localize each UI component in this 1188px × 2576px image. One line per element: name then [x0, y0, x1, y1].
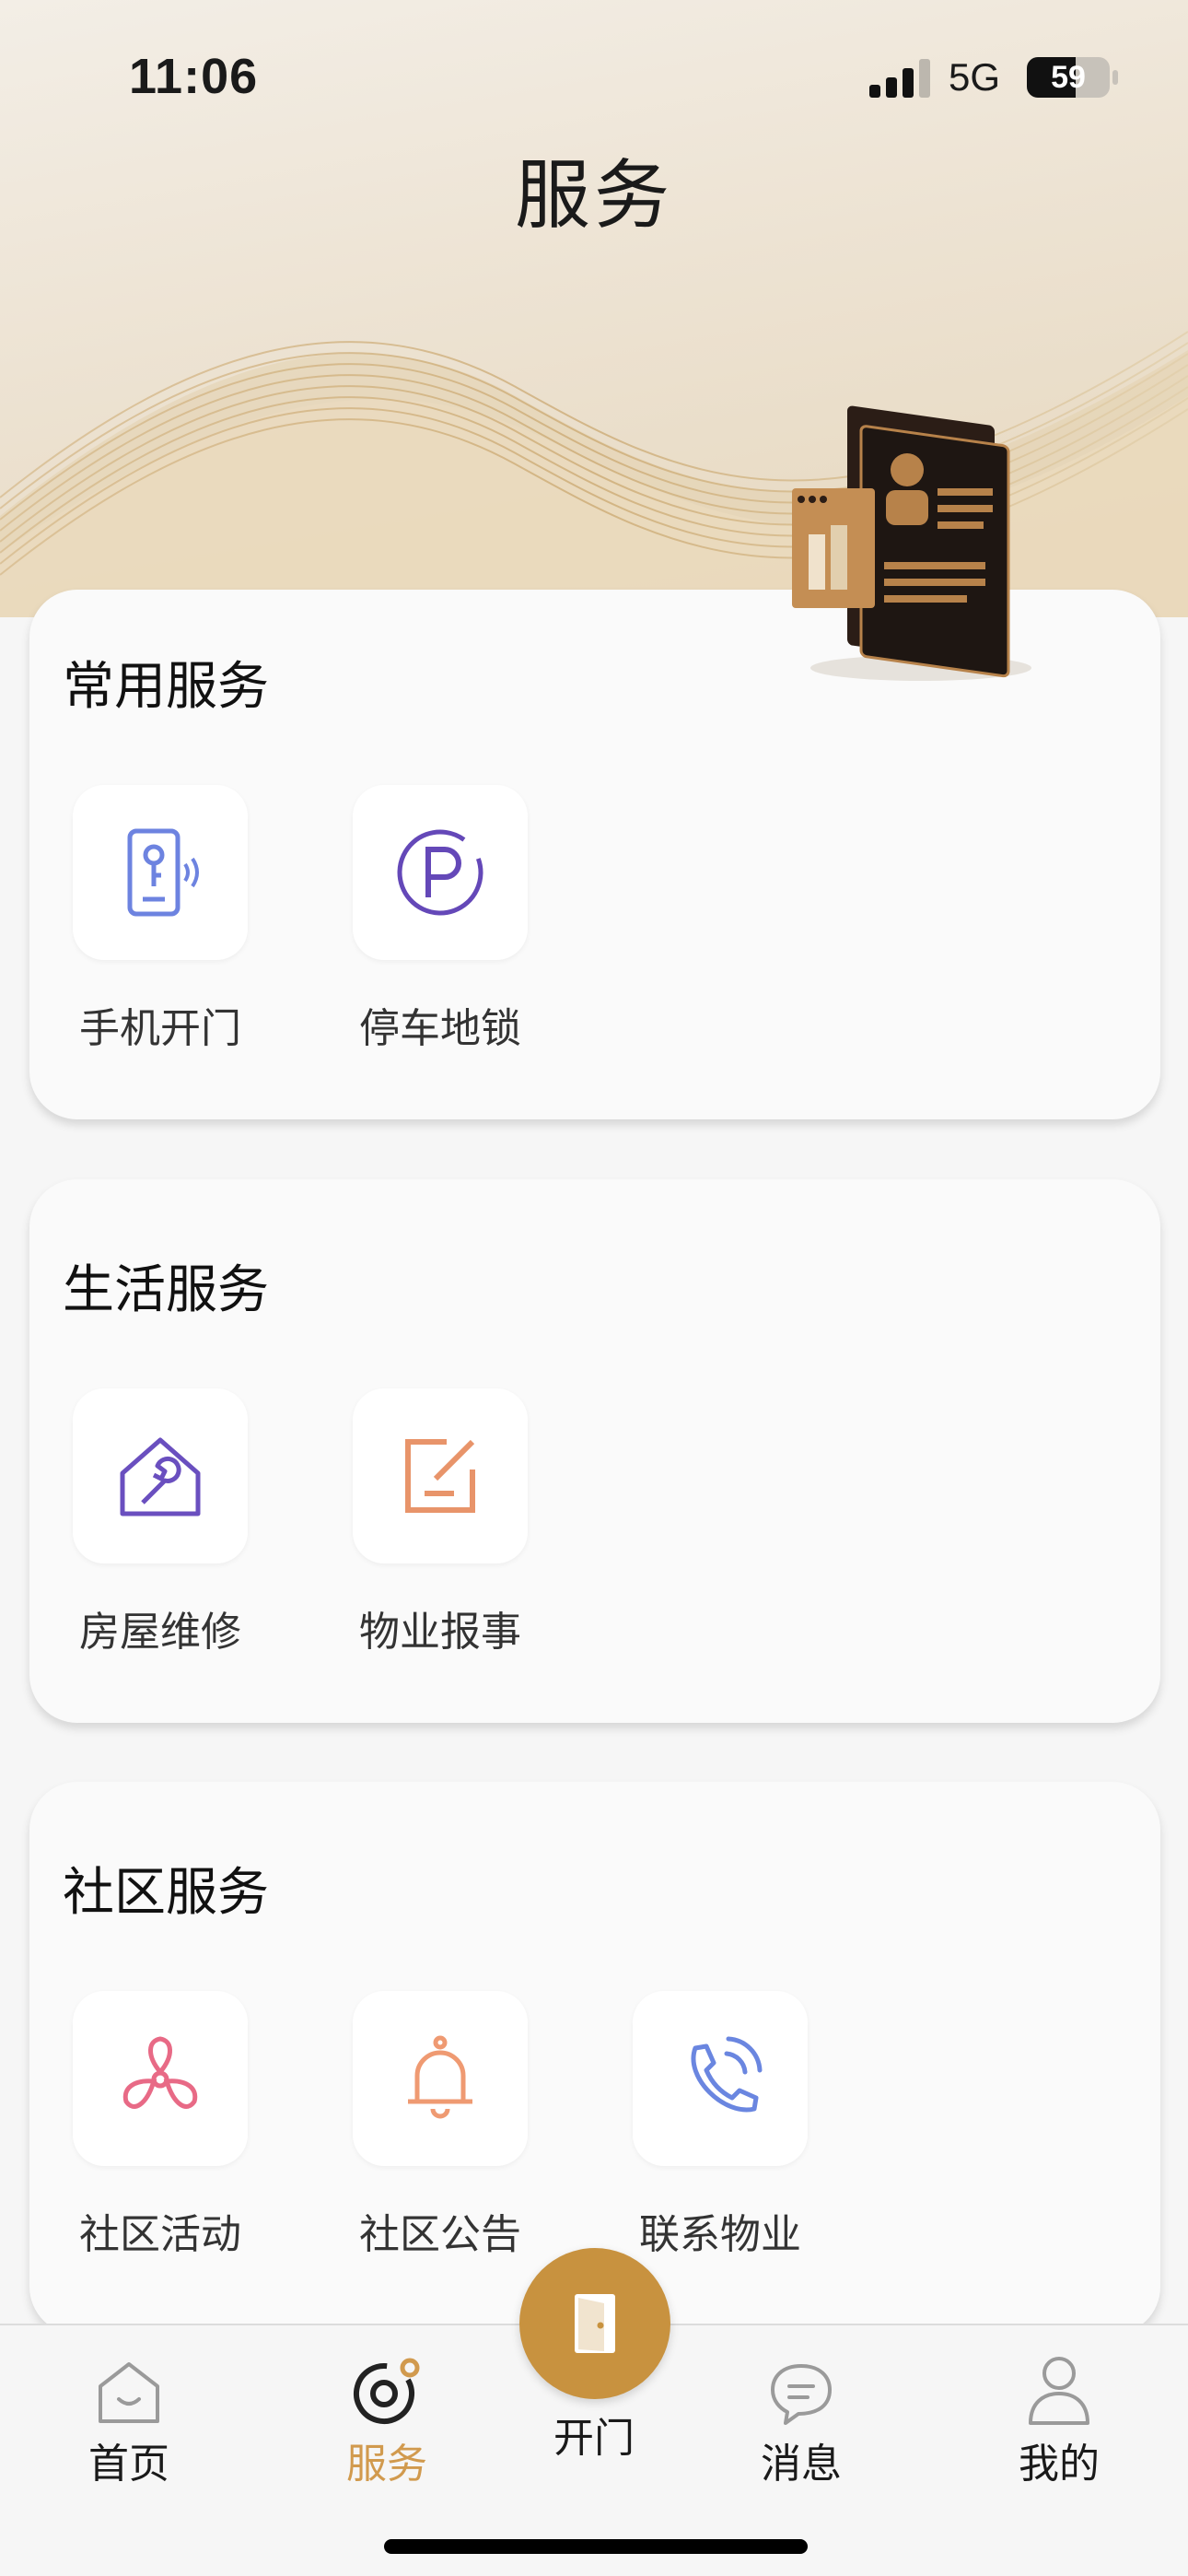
service-tile-community-notice[interactable]: 社区公告 — [348, 1991, 532, 2260]
service-label: 社区活动 — [79, 2211, 241, 2258]
bell-icon — [408, 2035, 472, 2119]
tab-label-open-door: 开门 — [553, 2415, 635, 2462]
battery-icon: 59 — [1027, 57, 1110, 98]
phone-key-icon — [127, 828, 199, 917]
tab-label: 首页 — [88, 2441, 169, 2488]
pinwheel-icon — [122, 2036, 198, 2109]
service-tile-property-report[interactable]: 物业报事 — [348, 1388, 532, 1657]
service-label: 物业报事 — [359, 1609, 521, 1656]
section-title: 常用服务 — [63, 657, 269, 717]
door-icon — [575, 2294, 615, 2353]
service-label: 手机开门 — [79, 1005, 241, 1052]
section-title: 生活服务 — [63, 1260, 269, 1320]
profile-icon — [1029, 2357, 1089, 2425]
service-tile-phone-open-door[interactable]: 手机开门 — [68, 785, 252, 1054]
service-label: 停车地锁 — [359, 1005, 521, 1052]
service-label: 房屋维修 — [79, 1609, 241, 1656]
tab-service[interactable]: 服务 — [304, 2344, 470, 2489]
service-tile-community-activity[interactable]: 社区活动 — [68, 1991, 252, 2260]
tab-label: 消息 — [761, 2441, 842, 2488]
battery-level: 59 — [1051, 60, 1086, 95]
edit-report-icon — [405, 1439, 475, 1513]
phone-call-icon — [691, 2036, 763, 2113]
service-icon — [354, 2358, 420, 2424]
tab-label: 服务 — [346, 2441, 427, 2488]
open-door-button[interactable] — [519, 2248, 670, 2399]
service-label: 社区公告 — [359, 2211, 521, 2258]
section-title: 社区服务 — [63, 1863, 269, 1923]
service-tile-contact-property[interactable]: 联系物业 — [628, 1991, 812, 2260]
service-tile-parking-lock[interactable]: 停车地锁 — [348, 785, 532, 1054]
tab-label: 我的 — [1019, 2441, 1100, 2488]
service-tile-house-repair[interactable]: 房屋维修 — [68, 1388, 252, 1657]
life-services-card: 生活服务 房屋维修 物业报事 — [29, 1179, 1160, 1723]
parking-icon — [397, 829, 483, 916]
document-illustration — [792, 405, 1031, 681]
house-wrench-icon — [120, 1437, 201, 1516]
tab-home[interactable]: 首页 — [46, 2344, 212, 2489]
network-type: 5G — [949, 55, 1001, 99]
status-time: 11:06 — [129, 49, 259, 104]
signal-icon — [869, 59, 934, 98]
service-label: 联系物业 — [639, 2211, 801, 2258]
page-title: 服务 — [514, 152, 673, 240]
tab-message[interactable]: 消息 — [718, 2344, 884, 2489]
message-icon — [771, 2364, 832, 2425]
home-icon — [99, 2362, 159, 2423]
tab-profile[interactable]: 我的 — [976, 2344, 1142, 2489]
home-indicator — [384, 2539, 808, 2554]
